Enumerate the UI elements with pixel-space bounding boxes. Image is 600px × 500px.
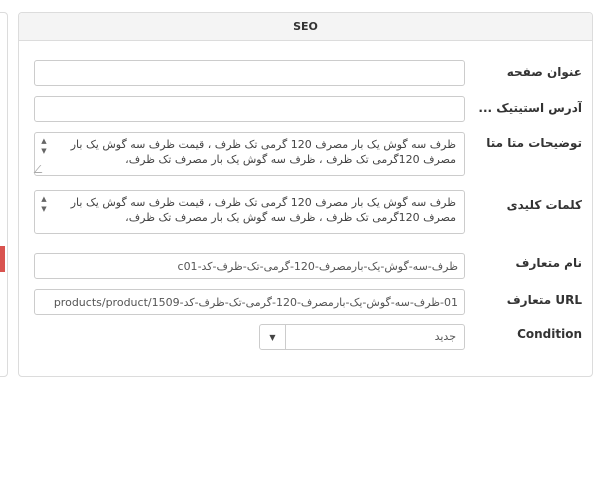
page-title-label: عنوان صفحه (506, 65, 582, 79)
page-title-input[interactable] (35, 61, 464, 85)
panel-title: SEO (19, 13, 592, 41)
canonical-url-label: URL متعارف (506, 293, 582, 307)
canonical-name-input[interactable] (35, 254, 464, 278)
static-address-label: آدرس استیتیک ... (478, 101, 582, 115)
canonical-name-field[interactable] (34, 253, 465, 279)
meta-description-textarea[interactable]: ▲ ▼ ظرف سه گوش یک بار مصرف 120 گرمی تک ظ… (33, 132, 465, 176)
canonical-url-field[interactable] (34, 289, 465, 315)
scroll-up-icon[interactable]: ▲ (41, 136, 46, 146)
keywords-text: ظرف سه گوش یک بار مصرف 120 گرمی تک ظرف ،… (70, 196, 456, 224)
condition-select[interactable]: ▼ جدید (259, 324, 465, 350)
keywords-scroll-arrows[interactable]: ▲ ▼ (38, 194, 50, 230)
page-title-field[interactable] (34, 60, 465, 86)
canonical-url-input[interactable] (35, 290, 464, 314)
scroll-down-icon[interactable]: ▼ (41, 146, 46, 156)
static-address-input[interactable] (35, 97, 464, 121)
condition-selected-value: جدید (434, 330, 456, 343)
canonical-name-label: نام متعارف (515, 256, 582, 270)
meta-description-label: توضیحات متا متا (486, 136, 582, 150)
chevron-down-icon[interactable]: ▼ (260, 325, 286, 349)
meta-description-text: ظرف سه گوش یک بار مصرف 120 گرمی تک ظرف ،… (70, 138, 456, 166)
static-address-field[interactable] (34, 96, 465, 122)
scroll-up-icon[interactable]: ▲ (41, 194, 46, 204)
scroll-down-icon[interactable]: ▼ (41, 204, 46, 214)
condition-label: Condition (517, 327, 582, 341)
seo-panel: SEO عنوان صفحه آدرس استیتیک ... ▲ ▼ ظرف … (18, 12, 593, 377)
adjacent-panel-edge (0, 12, 8, 377)
keywords-label: کلمات کلیدی (506, 198, 582, 212)
keywords-textarea[interactable]: ▲ ▼ ظرف سه گوش یک بار مصرف 120 گرمی تک ظ… (34, 190, 465, 234)
adjacent-panel-marker (0, 246, 5, 272)
